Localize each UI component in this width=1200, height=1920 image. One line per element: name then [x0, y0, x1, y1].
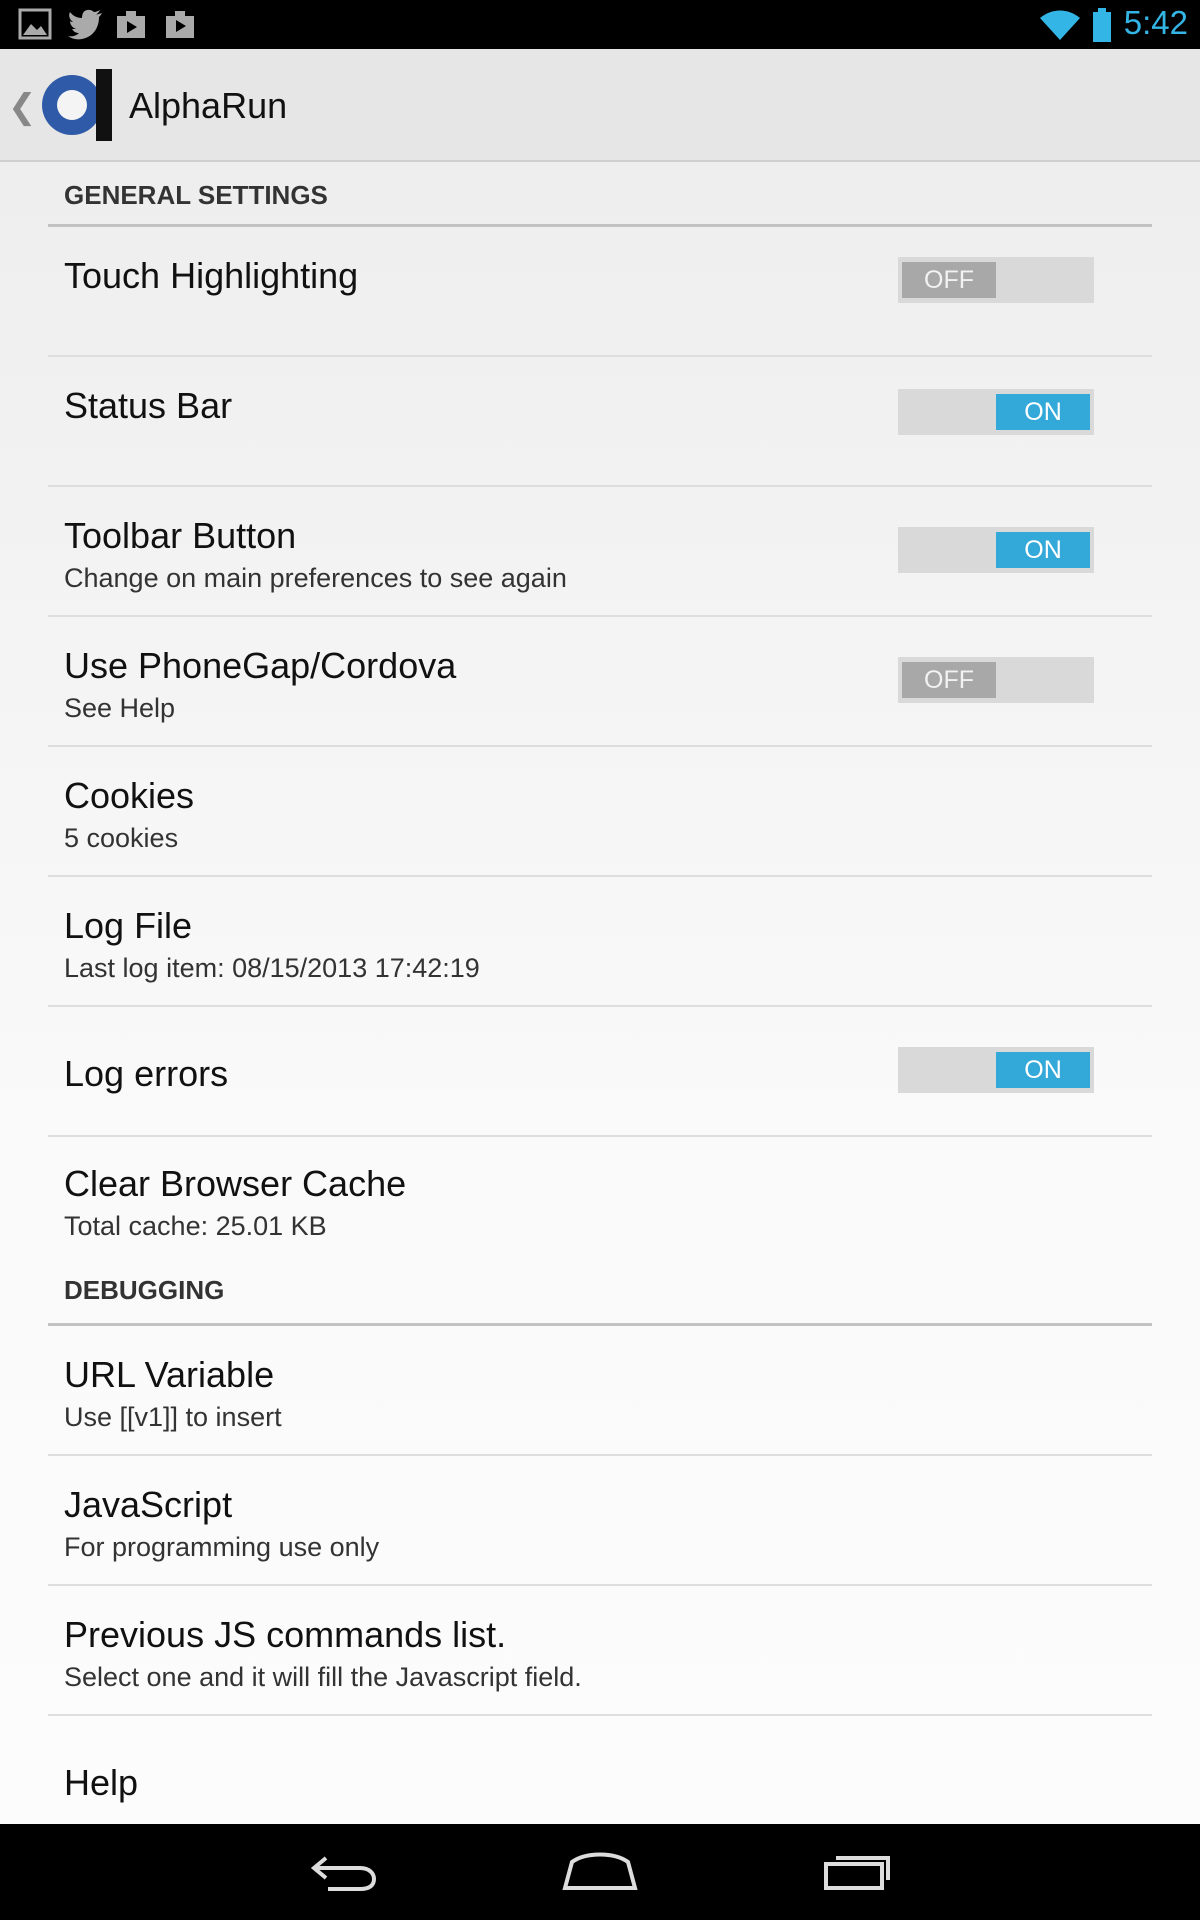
- pref-title: Cookies: [64, 775, 195, 816]
- pref-title: Status Bar: [64, 385, 233, 426]
- switch-state-label: OFF: [902, 662, 996, 698]
- battery-icon: [1093, 8, 1111, 42]
- pref-summary: Last log item: 08/15/2013 17:42:19: [64, 953, 480, 983]
- status-bar: 5:42: [0, 0, 1200, 49]
- pref-title: Clear Browser Cache: [64, 1163, 407, 1204]
- pref-status-bar[interactable]: Status Bar ON: [48, 357, 1152, 487]
- pref-title: Toolbar Button: [64, 515, 297, 556]
- action-bar: ❮ AlphaRun: [0, 49, 1200, 162]
- phonegap-switch[interactable]: OFF: [898, 657, 1094, 703]
- section-header-debugging: DEBUGGING: [48, 1257, 1152, 1326]
- section-header-general: GENERAL SETTINGS: [48, 160, 1152, 227]
- pref-title: Help: [64, 1762, 139, 1803]
- touch-highlighting-switch[interactable]: OFF: [898, 257, 1094, 303]
- switch-state-label: ON: [996, 394, 1090, 430]
- up-navigation-icon[interactable]: ❮: [8, 87, 37, 127]
- clock: 5:42: [1123, 4, 1188, 41]
- pref-title: Use PhoneGap/Cordova: [64, 645, 457, 686]
- wifi-icon: [1040, 10, 1080, 40]
- recents-icon[interactable]: [822, 1848, 892, 1892]
- pref-summary: Change on main preferences to see again: [64, 563, 567, 593]
- pref-summary: Select one and it will fill the Javascri…: [64, 1662, 582, 1692]
- play-store-icon: [117, 11, 145, 38]
- pref-phonegap[interactable]: Use PhoneGap/Cordova See Help OFF: [48, 617, 1152, 747]
- gallery-icon: [18, 8, 52, 40]
- switch-state-label: ON: [996, 532, 1090, 568]
- pref-touch-highlighting[interactable]: Touch Highlighting OFF: [48, 227, 1152, 357]
- pref-summary: 5 cookies: [64, 823, 179, 853]
- toolbar-button-switch[interactable]: ON: [898, 527, 1094, 573]
- status-bar-switch[interactable]: ON: [898, 389, 1094, 435]
- pref-title: JavaScript: [64, 1484, 233, 1525]
- shopping-bag-icon: [166, 11, 194, 38]
- pref-url-variable[interactable]: URL Variable Use [[v1]] to insert: [48, 1326, 1152, 1456]
- pref-summary: Total cache: 25.01 KB: [64, 1211, 327, 1241]
- pref-title: Touch Highlighting: [64, 255, 359, 296]
- pref-summary: See Help: [64, 693, 176, 723]
- preferences-list: GENERAL SETTINGS Touch Highlighting OFF …: [0, 160, 1200, 1844]
- navigation-bar: [0, 1824, 1200, 1920]
- pref-summary: For programming use only: [64, 1532, 380, 1562]
- switch-state-label: ON: [996, 1052, 1090, 1088]
- back-icon[interactable]: [308, 1852, 378, 1892]
- twitter-icon: [68, 9, 102, 40]
- switch-state-label: OFF: [902, 262, 996, 298]
- pref-title: Previous JS commands list.: [64, 1614, 507, 1655]
- pref-cookies[interactable]: Cookies 5 cookies: [48, 747, 1152, 877]
- pref-log-file[interactable]: Log File Last log item: 08/15/2013 17:42…: [48, 877, 1152, 1007]
- pref-log-errors[interactable]: Log errors ON: [48, 1007, 1152, 1137]
- home-icon[interactable]: [562, 1850, 638, 1892]
- pref-javascript[interactable]: JavaScript For programming use only: [48, 1456, 1152, 1586]
- pref-title: Log errors: [64, 1053, 229, 1094]
- log-errors-switch[interactable]: ON: [898, 1047, 1094, 1093]
- pref-summary: Use [[v1]] to insert: [64, 1402, 282, 1432]
- app-logo[interactable]: [36, 69, 114, 141]
- pref-title: URL Variable: [64, 1354, 275, 1395]
- pref-title: Log File: [64, 905, 193, 946]
- pref-clear-cache[interactable]: Clear Browser Cache Total cache: 25.01 K…: [48, 1137, 1152, 1257]
- app-title: AlphaRun: [129, 85, 288, 126]
- pref-toolbar-button[interactable]: Toolbar Button Change on main preference…: [48, 487, 1152, 617]
- pref-previous-js[interactable]: Previous JS commands list. Select one an…: [48, 1586, 1152, 1716]
